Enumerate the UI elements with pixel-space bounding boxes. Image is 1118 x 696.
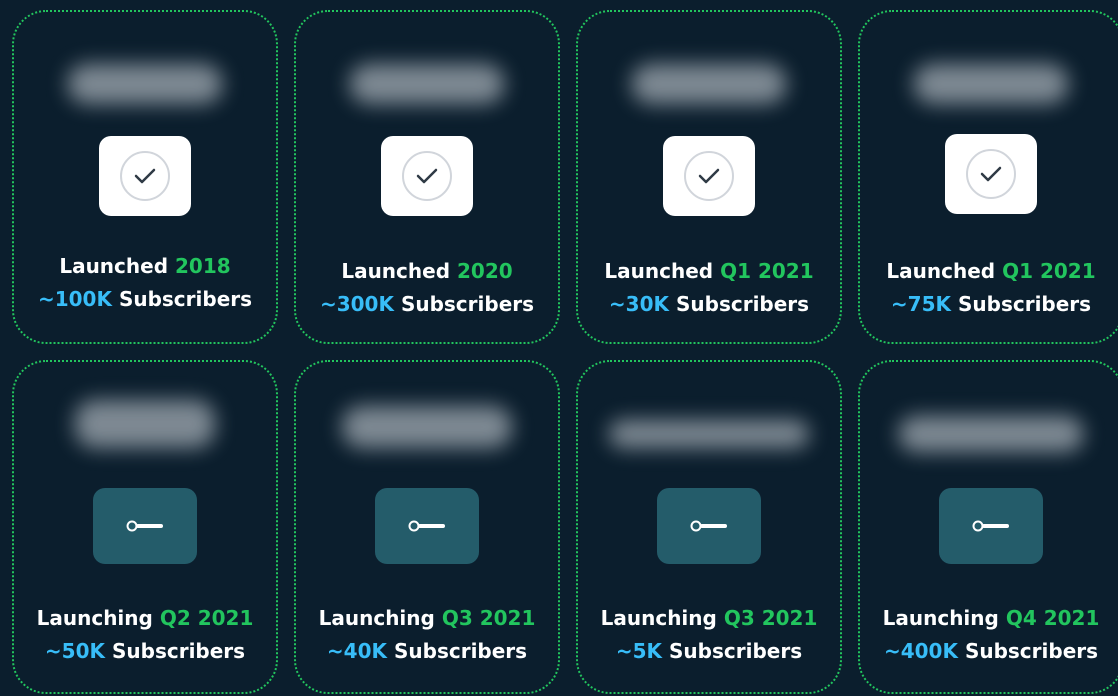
launch-date: Q4 2021 — [1005, 606, 1100, 630]
wrench-icon — [972, 520, 1009, 532]
publisher-card: Launching Q4 2021 ~400K Subscribers — [858, 360, 1118, 694]
launch-date: Q2 2021 — [159, 606, 254, 630]
status-label: Launching — [882, 606, 999, 630]
launch-date: 2018 — [175, 254, 231, 278]
publisher-card: Launching Q2 2021 ~50K Subscribers — [12, 360, 278, 694]
wrench-icon — [690, 520, 727, 532]
subscriber-count: ~5K — [615, 639, 663, 663]
blurred-logo — [898, 416, 1084, 452]
launching-badge — [375, 488, 479, 564]
card-caption: Launched Q1 2021 ~75K Subscribers — [860, 255, 1118, 321]
card-caption: Launching Q2 2021 ~50K Subscribers — [14, 602, 276, 668]
launched-badge — [99, 136, 191, 216]
subscriber-count: ~100K — [37, 287, 112, 311]
check-icon — [684, 151, 734, 201]
publisher-grid: Launched 2018 ~100K Subscribers Launched… — [0, 0, 1118, 696]
publisher-card: Launching Q3 2021 ~40K Subscribers — [294, 360, 560, 694]
launch-date: Q1 2021 — [1002, 259, 1096, 283]
subscriber-label: Subscribers — [393, 639, 528, 663]
check-icon — [402, 151, 452, 201]
publisher-card: Launched 2018 ~100K Subscribers — [12, 10, 278, 344]
card-caption: Launching Q3 2021 ~40K Subscribers — [296, 602, 558, 668]
card-caption: Launching Q3 2021 ~5K Subscribers — [578, 602, 840, 668]
status-label: Launched — [59, 254, 169, 278]
subscriber-label: Subscribers — [118, 287, 253, 311]
subscriber-label: Subscribers — [964, 639, 1099, 663]
publisher-card: Launched Q1 2021 ~75K Subscribers — [858, 10, 1118, 344]
subscriber-label: Subscribers — [111, 639, 246, 663]
wrench-icon — [126, 520, 163, 532]
status-label: Launched — [886, 259, 996, 283]
subscriber-count: ~50K — [44, 639, 106, 663]
blurred-logo — [67, 64, 223, 104]
launched-badge — [945, 134, 1037, 214]
subscriber-count: ~40K — [326, 639, 388, 663]
wrench-icon — [408, 520, 445, 532]
launching-badge — [93, 488, 197, 564]
publisher-card: Launching Q3 2021 ~5K Subscribers — [576, 360, 842, 694]
subscriber-count: ~300K — [319, 292, 394, 316]
subscriber-label: Subscribers — [957, 292, 1092, 316]
card-caption: Launching Q4 2021 ~400K Subscribers — [860, 602, 1118, 668]
card-caption: Launched 2018 ~100K Subscribers — [14, 250, 276, 316]
blurred-logo — [342, 406, 512, 448]
subscriber-label: Subscribers — [669, 639, 803, 663]
blurred-logo — [913, 64, 1069, 104]
launch-date: 2020 — [457, 259, 513, 283]
publisher-card: Launched 2020 ~300K Subscribers — [294, 10, 560, 344]
launched-badge — [381, 136, 473, 216]
launch-date: Q1 2021 — [720, 259, 814, 283]
publisher-card: Launched Q1 2021 ~30K Subscribers — [576, 10, 842, 344]
launching-badge — [939, 488, 1043, 564]
status-label: Launching — [36, 606, 153, 630]
subscriber-count: ~75K — [890, 292, 952, 316]
status-label: Launching — [318, 606, 435, 630]
launched-badge — [663, 136, 755, 216]
blurred-logo — [609, 420, 809, 448]
subscriber-label: Subscribers — [675, 292, 810, 316]
blurred-logo — [75, 400, 215, 448]
launch-date: Q3 2021 — [723, 606, 818, 630]
status-label: Launched — [341, 259, 451, 283]
blurred-logo — [631, 64, 787, 104]
check-icon — [966, 149, 1016, 199]
subscriber-count: ~30K — [608, 292, 670, 316]
status-label: Launched — [604, 259, 714, 283]
launch-date: Q3 2021 — [441, 606, 536, 630]
card-caption: Launched 2020 ~300K Subscribers — [296, 255, 558, 321]
subscriber-count: ~400K — [883, 639, 958, 663]
launching-badge — [657, 488, 761, 564]
status-label: Launching — [600, 606, 717, 630]
check-icon — [120, 151, 170, 201]
subscriber-label: Subscribers — [400, 292, 535, 316]
card-caption: Launched Q1 2021 ~30K Subscribers — [578, 255, 840, 321]
blurred-logo — [349, 64, 505, 104]
